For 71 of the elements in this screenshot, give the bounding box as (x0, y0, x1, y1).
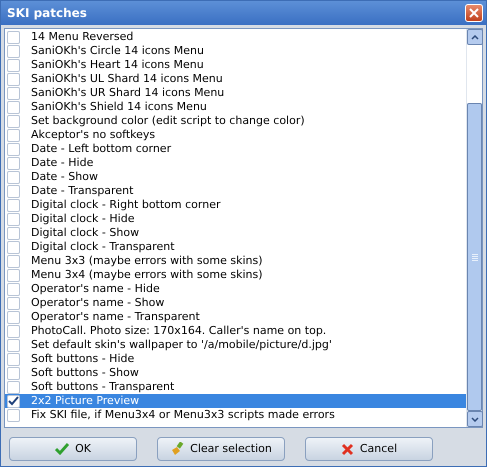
list-item[interactable]: Date - Hide (28, 156, 96, 170)
cancel-button[interactable]: Cancel (305, 437, 433, 461)
list-item[interactable]: Digital clock - Show (28, 226, 142, 240)
chevron-up-icon (471, 34, 479, 40)
scroll-up-button[interactable] (467, 29, 483, 45)
checkbox[interactable] (7, 86, 20, 100)
checkbox[interactable] (7, 212, 20, 226)
list-item[interactable]: Date - Show (28, 170, 101, 184)
checkbox[interactable] (7, 58, 20, 72)
checkbox[interactable] (7, 226, 20, 240)
list-item[interactable]: Operator's name - Hide (28, 282, 163, 296)
checkbox[interactable] (7, 380, 20, 394)
list-item[interactable]: Fix SKI file, if Menu3x4 or Menu3x3 scripts made errors (28, 408, 338, 422)
checkbox[interactable] (7, 184, 20, 198)
list-item[interactable]: SaniOKh's UL Shard 14 icons Menu (28, 72, 226, 86)
checkbox[interactable] (7, 128, 20, 142)
list-item[interactable]: Operator's name - Transparent (28, 310, 203, 324)
list-item[interactable]: PhotoCall. Photo size: 170x164. Caller's name on top. (28, 324, 330, 338)
chevron-down-icon (471, 416, 479, 422)
cross-icon (340, 442, 354, 456)
checkmark-icon (55, 443, 70, 455)
clear-button[interactable]: Clear selection (157, 437, 285, 461)
checkbox[interactable] (7, 142, 20, 156)
checkbox[interactable] (7, 268, 20, 282)
list-item[interactable]: Operator's name - Show (28, 296, 168, 310)
checkbox[interactable] (7, 44, 20, 58)
checkbox[interactable] (7, 310, 20, 324)
list-item[interactable]: Digital clock - Hide (28, 212, 138, 226)
ok-button[interactable]: OK (9, 437, 137, 461)
list-item[interactable]: 14 Menu Reversed (28, 30, 136, 44)
checkbox[interactable] (7, 324, 20, 338)
list-item[interactable]: Menu 3x3 (maybe errors with some skins) (28, 254, 266, 268)
list-item[interactable]: Soft buttons - Hide (28, 352, 138, 366)
scroll-down-button[interactable] (467, 411, 483, 427)
checkbox[interactable] (7, 352, 20, 366)
scroll-thumb[interactable] (467, 103, 482, 411)
close-icon (469, 8, 479, 18)
list-item[interactable]: Set background color (edit script to change color) (28, 114, 308, 128)
checkbox[interactable] (7, 394, 20, 408)
checkbox[interactable] (7, 296, 20, 310)
checkbox[interactable] (7, 114, 20, 128)
list-item[interactable]: Menu 3x4 (maybe errors with some skins) (28, 268, 266, 282)
list-item[interactable]: Digital clock - Right bottom corner (28, 198, 224, 212)
list-item[interactable]: Set default skin's wallpaper to '/a/mobile/picture/d.jpg' (28, 338, 335, 352)
close-button[interactable] (465, 4, 483, 22)
list-item[interactable]: SaniOKh's Heart 14 icons Menu (28, 58, 207, 72)
checkbox[interactable] (7, 366, 20, 380)
checkbox[interactable] (7, 198, 20, 212)
list-item[interactable]: Date - Transparent (28, 184, 136, 198)
brush-icon (170, 442, 184, 456)
checkbox[interactable] (7, 72, 20, 86)
scrollbar[interactable] (466, 29, 482, 427)
window-title: SKI patches (7, 5, 87, 22)
checkbox[interactable] (7, 170, 20, 184)
list-item[interactable]: SaniOKh's UR Shard 14 icons Menu (28, 86, 228, 100)
list-item[interactable]: Digital clock - Transparent (28, 240, 178, 254)
list-item[interactable]: Date - Left bottom corner (28, 142, 174, 156)
list-item[interactable]: SaniOKh's Shield 14 icons Menu (28, 100, 210, 114)
checkbox[interactable] (7, 100, 20, 114)
list-item[interactable]: SaniOKh's Circle 14 icons Menu (28, 44, 207, 58)
grip-icon (472, 254, 478, 260)
checkbox[interactable] (7, 240, 20, 254)
list-item[interactable]: Soft buttons - Transparent (28, 380, 178, 394)
list-item[interactable]: Soft buttons - Show (28, 366, 142, 380)
checkbox[interactable] (7, 408, 20, 422)
list-item[interactable]: Akceptor's no softkeys (28, 128, 158, 142)
checkbox[interactable] (7, 30, 20, 44)
checkbox[interactable] (7, 338, 20, 352)
checkbox[interactable] (7, 254, 20, 268)
checkbox[interactable] (7, 156, 20, 170)
checkbox[interactable] (7, 282, 20, 296)
